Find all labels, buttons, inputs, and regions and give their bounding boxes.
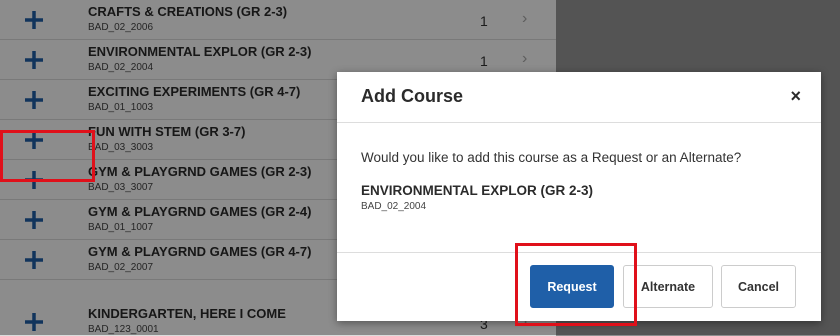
dialog-question: Would you like to add this course as a R… [361, 150, 742, 165]
selected-course-title: ENVIRONMENTAL EXPLOR (GR 2-3) [361, 183, 594, 198]
close-icon[interactable]: × [790, 86, 801, 107]
highlight-box-add-icon [0, 130, 95, 182]
selected-course-code: BAD_02_2004 [361, 201, 427, 212]
highlight-box-request [515, 243, 637, 326]
dialog-title: Add Course [361, 86, 464, 106]
cancel-button[interactable]: Cancel [721, 265, 796, 308]
dialog-header: Add Course × [337, 72, 821, 123]
